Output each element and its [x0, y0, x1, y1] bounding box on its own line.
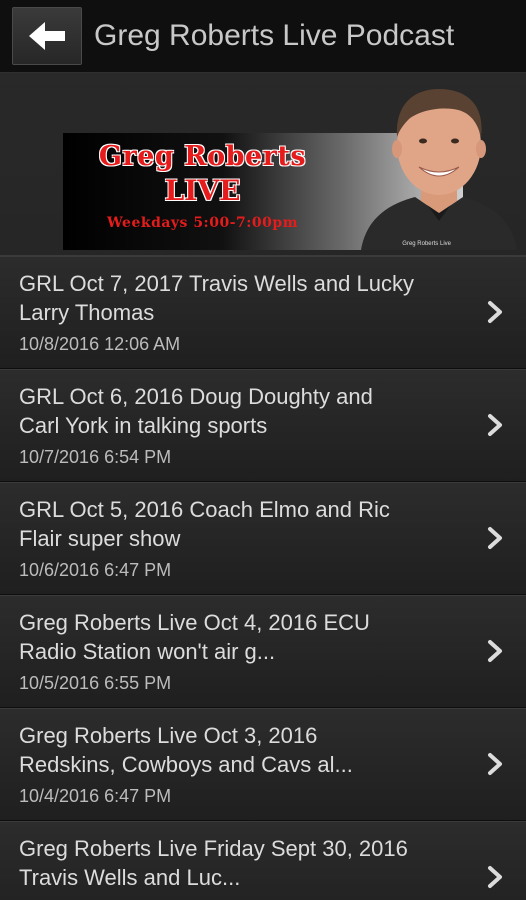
podcast-banner-area: Greg Roberts LIVE Weekdays 5:00-7:00pm G… [0, 73, 526, 256]
podcast-banner-image: Greg Roberts LIVE Weekdays 5:00-7:00pm G… [63, 89, 517, 250]
episode-row[interactable]: GRL Oct 7, 2017 Travis Wells and Lucky L… [0, 256, 526, 369]
episode-title: GRL Oct 7, 2017 Travis Wells and Lucky L… [19, 269, 466, 327]
chevron-right-icon [488, 640, 502, 662]
episode-date: 10/7/2016 6:54 PM [19, 447, 172, 467]
episode-title: GRL Oct 5, 2016 Coach Elmo and Ric Flair… [19, 495, 466, 553]
episode-title: GRL Oct 6, 2016 Doug Doughty and Carl Yo… [19, 382, 466, 440]
episode-row[interactable]: Greg Roberts Live Friday Sept 30, 2016 T… [0, 821, 526, 900]
episode-title: Greg Roberts Live Oct 3, 2016 Redskins, … [19, 721, 466, 779]
episode-title-line1: Greg Roberts Live Oct 4, 2016 ECU [19, 610, 370, 635]
episode-title-line1: Greg Roberts Live Oct 3, 2016 [19, 723, 318, 748]
episode-title: Greg Roberts Live Friday Sept 30, 2016 T… [19, 834, 466, 892]
episode-title-line2: Flair super show [19, 526, 181, 551]
episode-title-line1: Greg Roberts Live Friday Sept 30, 2016 [19, 836, 408, 861]
episode-row[interactable]: GRL Oct 5, 2016 Coach Elmo and Ric Flair… [0, 482, 526, 595]
host-photo [361, 89, 517, 250]
episode-title-line2: Carl York in talking sports [19, 413, 268, 438]
episode-title: Greg Roberts Live Oct 4, 2016 ECU Radio … [19, 608, 466, 666]
chevron-right-icon [488, 301, 502, 323]
banner-hours: Weekdays 5:00-7:00pm [106, 215, 299, 231]
banner-show-name: Greg Roberts [98, 141, 307, 172]
app-screen: Greg Roberts Live Podcast Greg Roberts L… [0, 0, 526, 900]
episode-title-line1: GRL Oct 7, 2017 Travis Wells and Lucky [19, 271, 414, 296]
episode-title-line2: Larry Thomas [19, 300, 155, 325]
episode-title-line1: GRL Oct 5, 2016 Coach Elmo and Ric [19, 497, 390, 522]
banner-credit: Greg Roberts Live [402, 241, 451, 247]
chevron-right-icon [488, 414, 502, 436]
back-button[interactable] [12, 7, 82, 65]
episode-row[interactable]: Greg Roberts Live Oct 4, 2016 ECU Radio … [0, 595, 526, 708]
episode-title-line2: Redskins, Cowboys and Cavs al... [19, 752, 353, 777]
episode-date: 10/8/2016 12:06 AM [19, 334, 181, 354]
chevron-right-icon [488, 753, 502, 775]
top-bar: Greg Roberts Live Podcast [0, 0, 526, 73]
episode-date: 10/5/2016 6:55 PM [19, 673, 172, 693]
banner-live-label: LIVE [164, 174, 241, 207]
chevron-right-icon [488, 527, 502, 549]
episode-row[interactable]: GRL Oct 6, 2016 Doug Doughty and Carl Yo… [0, 369, 526, 482]
episode-list: GRL Oct 7, 2017 Travis Wells and Lucky L… [0, 256, 526, 900]
episode-row[interactable]: Greg Roberts Live Oct 3, 2016 Redskins, … [0, 708, 526, 821]
episode-title-line2: Radio Station won't air g... [19, 639, 276, 664]
episode-date: 10/6/2016 6:47 PM [19, 560, 172, 580]
episode-title-line2: Travis Wells and Luc... [19, 865, 241, 890]
back-arrow-icon [29, 22, 65, 50]
page-title: Greg Roberts Live Podcast [94, 19, 455, 52]
episode-title-line1: GRL Oct 6, 2016 Doug Doughty and [19, 384, 373, 409]
chevron-right-icon [488, 866, 502, 888]
episode-date: 10/4/2016 6:47 PM [19, 786, 172, 806]
